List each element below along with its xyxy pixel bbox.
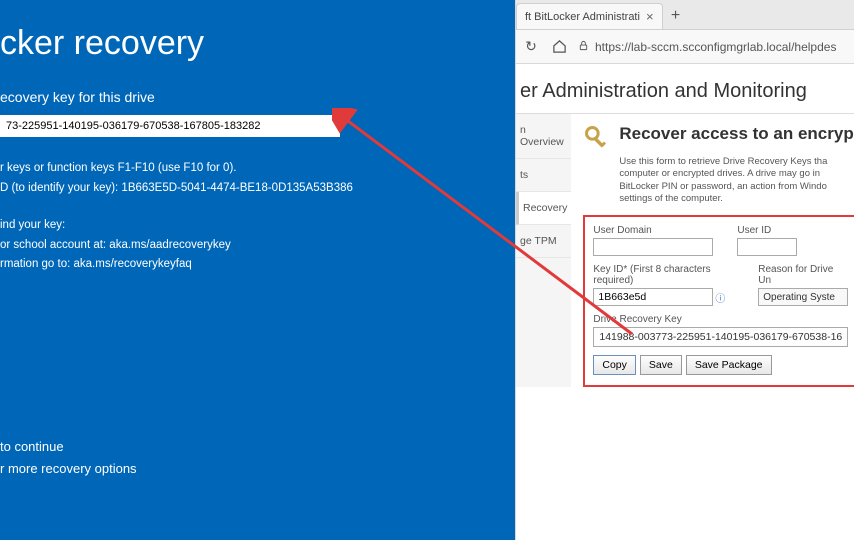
browser-window: ft BitLocker Administrati × + ↻ https://… <box>515 0 854 540</box>
browser-tab[interactable]: ft BitLocker Administrati × <box>516 3 663 29</box>
save-package-button[interactable]: Save Package <box>686 355 772 375</box>
lock-icon <box>578 40 589 54</box>
side-nav: n Overview ts Recovery ge TPM <box>516 114 571 387</box>
find-line-2: rmation go to: aka.ms/recoverykeyfaq <box>0 255 515 275</box>
hint-line-2: D (to identify your key): 1B663E5D-5041-… <box>0 179 515 199</box>
main-panel: Recover access to an encryp Use this for… <box>571 114 854 387</box>
key-icon <box>583 124 611 152</box>
info-icon[interactable]: ⓘ <box>715 290 725 305</box>
recovery-find-block: ind your key: or school account at: aka.… <box>0 216 515 275</box>
tab-title: ft BitLocker Administrati <box>525 11 640 23</box>
sidebar-item-tpm[interactable]: ge TPM <box>516 225 571 258</box>
user-domain-label: User Domain <box>593 225 713 236</box>
panel-description: Use this form to retrieve Drive Recovery… <box>619 156 854 205</box>
sidebar-item-recovery[interactable]: Recovery <box>516 192 571 225</box>
save-button[interactable]: Save <box>640 355 682 375</box>
page-title: er Administration and Monitoring <box>516 64 854 114</box>
key-id-field[interactable] <box>593 288 713 306</box>
page-content: er Administration and Monitoring n Overv… <box>516 64 854 540</box>
sidebar-item-overview[interactable]: n Overview <box>516 114 571 159</box>
new-tab-button[interactable]: + <box>663 3 689 29</box>
url-bar[interactable]: https://lab-sccm.scconfigmgrlab.local/he… <box>578 40 848 54</box>
sidebar-item-reports[interactable]: ts <box>516 159 571 192</box>
recovery-hint-block: r keys or function keys F1-F10 (use F10 … <box>0 159 515 198</box>
user-id-field[interactable] <box>737 238 797 256</box>
recovery-key-input[interactable] <box>0 115 340 137</box>
tab-bar: ft BitLocker Administrati × + <box>516 0 854 30</box>
continue-hint: to continue <box>0 436 137 458</box>
url-text: https://lab-sccm.scconfigmgrlab.local/he… <box>595 40 836 54</box>
more-options-hint: r more recovery options <box>0 458 137 480</box>
user-domain-field[interactable] <box>593 238 713 256</box>
recovery-bottom-block: to continue r more recovery options <box>0 436 137 480</box>
output-label: Drive Recovery Key <box>593 314 848 325</box>
recovery-title: cker recovery <box>0 24 515 63</box>
home-icon[interactable] <box>550 38 568 56</box>
recovery-form: User Domain User ID Key ID* (First 8 cha… <box>583 215 854 387</box>
refresh-icon[interactable]: ↻ <box>522 38 540 56</box>
user-id-label: User ID <box>737 225 797 236</box>
key-id-label: Key ID* (First 8 characters required) <box>593 264 734 286</box>
bitlocker-recovery-screen: cker recovery ecovery key for this drive… <box>0 0 515 540</box>
close-icon[interactable]: × <box>646 9 654 24</box>
recovery-subtitle: ecovery key for this drive <box>0 89 515 105</box>
copy-button[interactable]: Copy <box>593 355 636 375</box>
reason-label: Reason for Drive Un <box>758 264 848 286</box>
find-title: ind your key: <box>0 216 515 236</box>
nav-bar: ↻ https://lab-sccm.scconfigmgrlab.local/… <box>516 30 854 64</box>
find-line-1: or school account at: aka.ms/aadrecovery… <box>0 236 515 256</box>
hint-line-1: r keys or function keys F1-F10 (use F10 … <box>0 159 515 179</box>
panel-title: Recover access to an encryp <box>619 124 853 144</box>
reason-select[interactable] <box>758 288 848 306</box>
recovery-key-output: 141988-003773-225951-140195-036179-67053… <box>593 327 848 347</box>
